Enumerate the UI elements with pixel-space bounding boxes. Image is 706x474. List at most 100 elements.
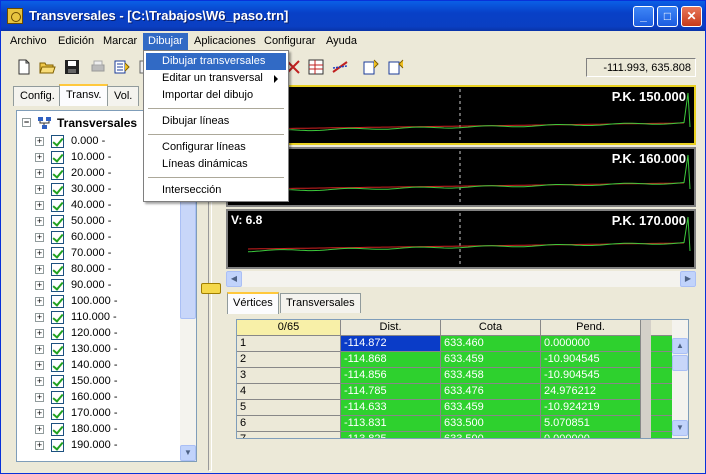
- grid-scroll-up-icon[interactable]: ▲: [672, 338, 688, 354]
- tab-config[interactable]: Config.: [13, 86, 62, 106]
- expand-icon[interactable]: +: [35, 441, 44, 450]
- checkbox[interactable]: [51, 327, 64, 340]
- grid-cell[interactable]: 0.000000: [541, 336, 641, 352]
- tab-vertices[interactable]: Vértices: [227, 292, 279, 314]
- menu-importar-dibujo[interactable]: Importar del dibujo: [146, 87, 286, 104]
- grid-row-header[interactable]: 7: [237, 432, 341, 438]
- checkbox[interactable]: [51, 359, 64, 372]
- checkbox[interactable]: [51, 135, 64, 148]
- expand-icon[interactable]: +: [35, 393, 44, 402]
- menu-dibujar-transversales[interactable]: Dibujar transversales: [146, 53, 286, 70]
- checkbox[interactable]: [51, 407, 64, 420]
- minimize-button[interactable]: _: [633, 6, 654, 27]
- grid-cell[interactable]: 633.476: [441, 384, 541, 400]
- grid-corner[interactable]: 0/65: [237, 320, 341, 336]
- expand-icon[interactable]: +: [35, 233, 44, 242]
- grid-row-header[interactable]: 4: [237, 384, 341, 400]
- title-bar[interactable]: Transversales - [C:\Trabajos\W6_paso.trn…: [1, 1, 705, 31]
- cross-section-chart[interactable]: P.K. 170.000 V: 6.8: [226, 209, 696, 269]
- expand-icon[interactable]: +: [35, 281, 44, 290]
- expand-icon[interactable]: +: [35, 297, 44, 306]
- checkbox[interactable]: [51, 279, 64, 292]
- grid-row-header[interactable]: 5: [237, 400, 341, 416]
- save-icon[interactable]: [63, 58, 81, 76]
- insert-icon[interactable]: [362, 58, 380, 76]
- grid-cell[interactable]: -113.825: [341, 432, 441, 438]
- expand-icon[interactable]: +: [35, 265, 44, 274]
- collapse-icon[interactable]: −: [22, 118, 31, 127]
- cross-section-chart[interactable]: P.K. 150.000: [226, 85, 696, 145]
- vertices-grid[interactable]: 0/65 Dist. Cota Pend. 1 -114.872 633.460 0.0000…: [236, 319, 689, 439]
- grid-cell[interactable]: -10.904545: [541, 352, 641, 368]
- checkbox[interactable]: [51, 151, 64, 164]
- grid-cell[interactable]: -10.924219: [541, 400, 641, 416]
- new-file-icon[interactable]: [15, 58, 33, 76]
- expand-icon[interactable]: +: [35, 169, 44, 178]
- line-tool-icon[interactable]: [331, 58, 349, 76]
- grid-cell[interactable]: 633.460: [441, 336, 541, 352]
- checkbox[interactable]: [51, 391, 64, 404]
- grid-cell[interactable]: 5.070851: [541, 416, 641, 432]
- expand-icon[interactable]: +: [35, 201, 44, 210]
- menu-configurar-lineas[interactable]: Configurar líneas: [146, 139, 286, 156]
- grid-row-header[interactable]: 1: [237, 336, 341, 352]
- expand-icon[interactable]: +: [35, 425, 44, 434]
- grid-row-header[interactable]: 3: [237, 368, 341, 384]
- close-button[interactable]: ✕: [681, 6, 702, 27]
- expand-icon[interactable]: +: [35, 217, 44, 226]
- grid-cell[interactable]: 633.500: [441, 432, 541, 438]
- checkbox[interactable]: [51, 311, 64, 324]
- grid-cell[interactable]: 633.500: [441, 416, 541, 432]
- menu-editar-transversal[interactable]: Editar un transversal: [146, 70, 286, 87]
- grid-cell[interactable]: -113.831: [341, 416, 441, 432]
- expand-icon[interactable]: +: [35, 153, 44, 162]
- menu-interseccion[interactable]: Intersección: [146, 182, 286, 199]
- checkbox[interactable]: [51, 231, 64, 244]
- checkbox[interactable]: [51, 263, 64, 276]
- grid-cell[interactable]: 633.458: [441, 368, 541, 384]
- checkbox[interactable]: [51, 183, 64, 196]
- charts-hscrollbar[interactable]: ◀ ▶: [226, 271, 696, 287]
- menu-ayuda[interactable]: Ayuda: [321, 33, 362, 50]
- expand-icon[interactable]: +: [35, 345, 44, 354]
- import-icon[interactable]: [387, 58, 405, 76]
- checkbox[interactable]: [51, 215, 64, 228]
- maximize-button[interactable]: □: [657, 6, 678, 27]
- grid-scrollbar[interactable]: ▲ ▼: [672, 320, 688, 438]
- table-icon[interactable]: [307, 58, 325, 76]
- grid-cell[interactable]: 0.000000: [541, 432, 641, 438]
- vertical-slider-handle[interactable]: [201, 283, 221, 294]
- grid-cell[interactable]: -114.856: [341, 368, 441, 384]
- expand-icon[interactable]: +: [35, 249, 44, 258]
- grid-scroll-thumb[interactable]: [672, 355, 688, 371]
- scroll-right-icon[interactable]: ▶: [680, 271, 696, 287]
- grid-cell[interactable]: -114.868: [341, 352, 441, 368]
- grid-cell[interactable]: 633.459: [441, 400, 541, 416]
- checkbox[interactable]: [51, 423, 64, 436]
- checkbox[interactable]: [51, 247, 64, 260]
- grid-column-header[interactable]: Dist.: [341, 320, 441, 336]
- menu-configurar[interactable]: Configurar: [259, 33, 320, 50]
- grid-cell[interactable]: 633.459: [441, 352, 541, 368]
- menu-aplicaciones[interactable]: Aplicaciones: [189, 33, 261, 50]
- tab-transversales[interactable]: Transversales: [280, 293, 361, 313]
- menu-marcar[interactable]: Marcar: [98, 33, 142, 50]
- expand-icon[interactable]: +: [35, 409, 44, 418]
- menu-edicion[interactable]: Edición: [53, 33, 99, 50]
- tab-transv[interactable]: Transv.: [59, 84, 109, 106]
- checkbox[interactable]: [51, 167, 64, 180]
- export-icon[interactable]: [113, 58, 131, 76]
- open-folder-icon[interactable]: [38, 58, 56, 76]
- grid-column-header[interactable]: Cota: [441, 320, 541, 336]
- tab-vol[interactable]: Vol.: [107, 86, 140, 106]
- grid-row-header[interactable]: 6: [237, 416, 341, 432]
- expand-icon[interactable]: +: [35, 377, 44, 386]
- grid-row-header[interactable]: 2: [237, 352, 341, 368]
- expand-icon[interactable]: +: [35, 329, 44, 338]
- checkbox[interactable]: [51, 199, 64, 212]
- menu-lineas-dinamicas[interactable]: Líneas dinámicas: [146, 156, 286, 173]
- checkbox[interactable]: [51, 295, 64, 308]
- cross-section-chart[interactable]: P.K. 160.000: [226, 147, 696, 207]
- checkbox[interactable]: [51, 343, 64, 356]
- checkbox[interactable]: [51, 439, 64, 452]
